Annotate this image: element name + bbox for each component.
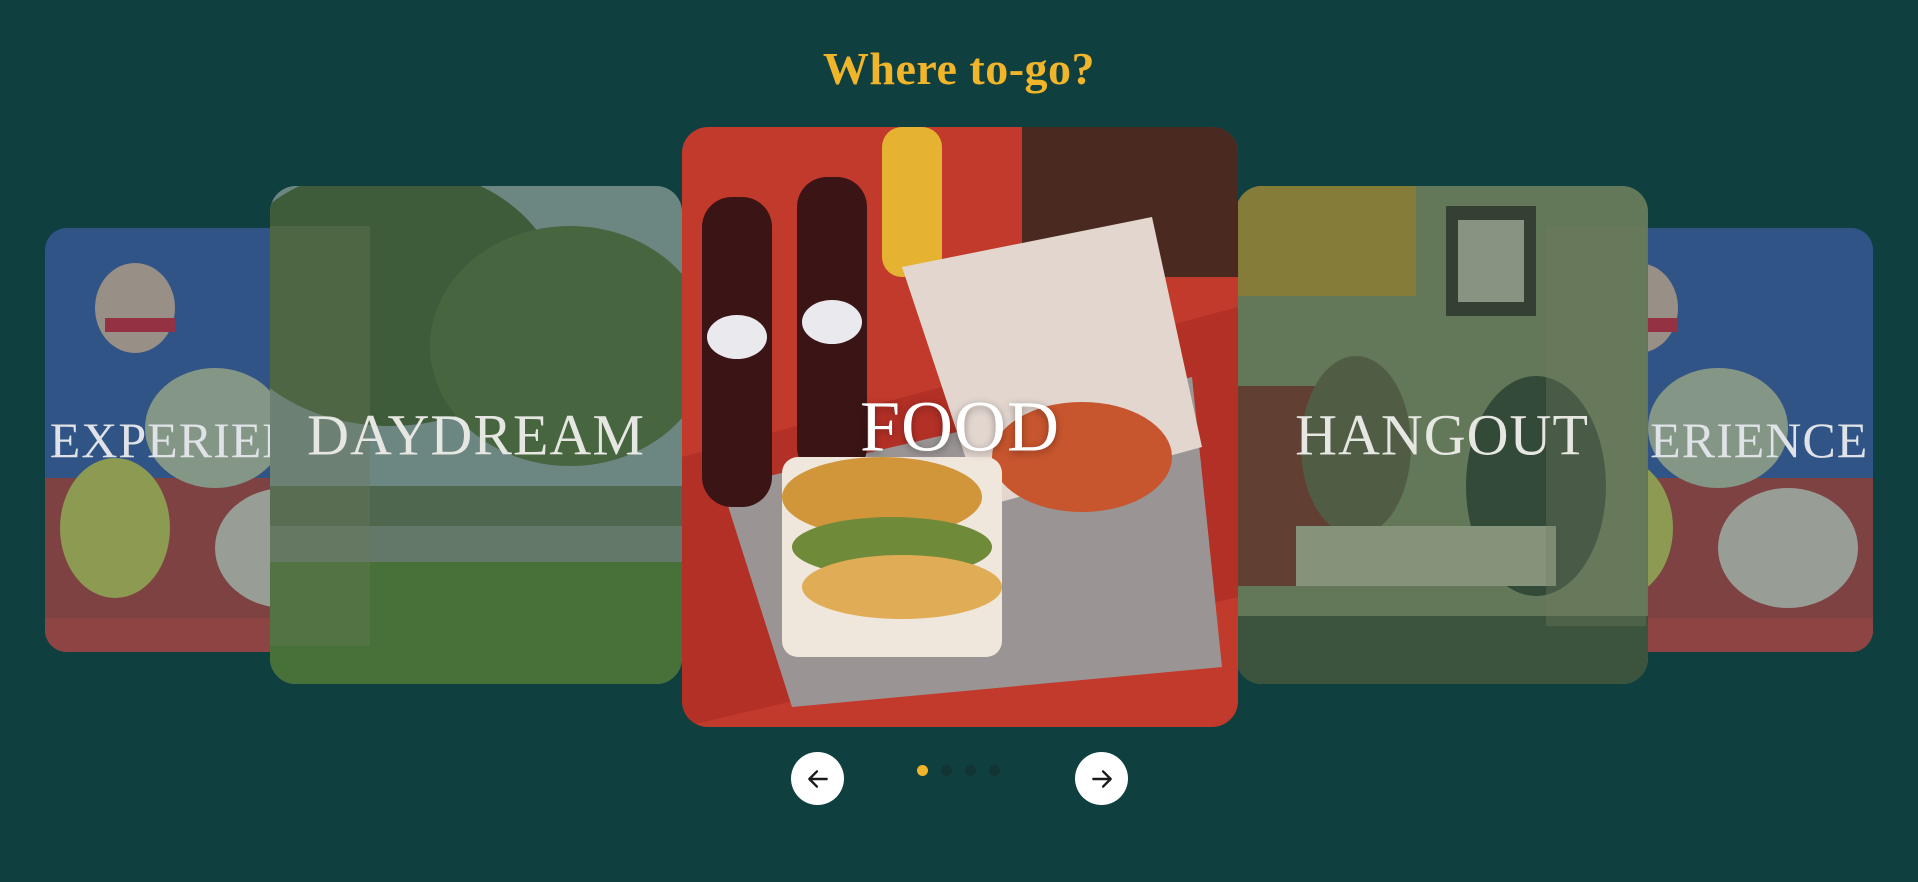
arrow-left-icon <box>807 769 828 788</box>
card-label: FOOD <box>859 386 1061 467</box>
pagination-dot-1[interactable] <box>917 765 928 776</box>
page-title: Where to-go? <box>822 43 1096 94</box>
card-label: DAYDREAM <box>307 402 645 468</box>
carousel-card-food[interactable]: FOOD <box>682 127 1238 727</box>
carousel-card-hangout[interactable]: HANGOUT <box>1236 186 1648 684</box>
pagination-dot-2[interactable] <box>941 765 952 776</box>
carousel-pagination <box>917 765 1000 776</box>
pagination-dot-3[interactable] <box>965 765 976 776</box>
next-button[interactable] <box>1075 752 1128 805</box>
previous-button[interactable] <box>791 752 844 805</box>
carousel-card-daydream[interactable]: DAYDREAM <box>270 186 682 684</box>
pagination-dot-4[interactable] <box>989 765 1000 776</box>
card-label: HANGOUT <box>1295 402 1589 468</box>
arrow-right-icon <box>1091 769 1112 788</box>
